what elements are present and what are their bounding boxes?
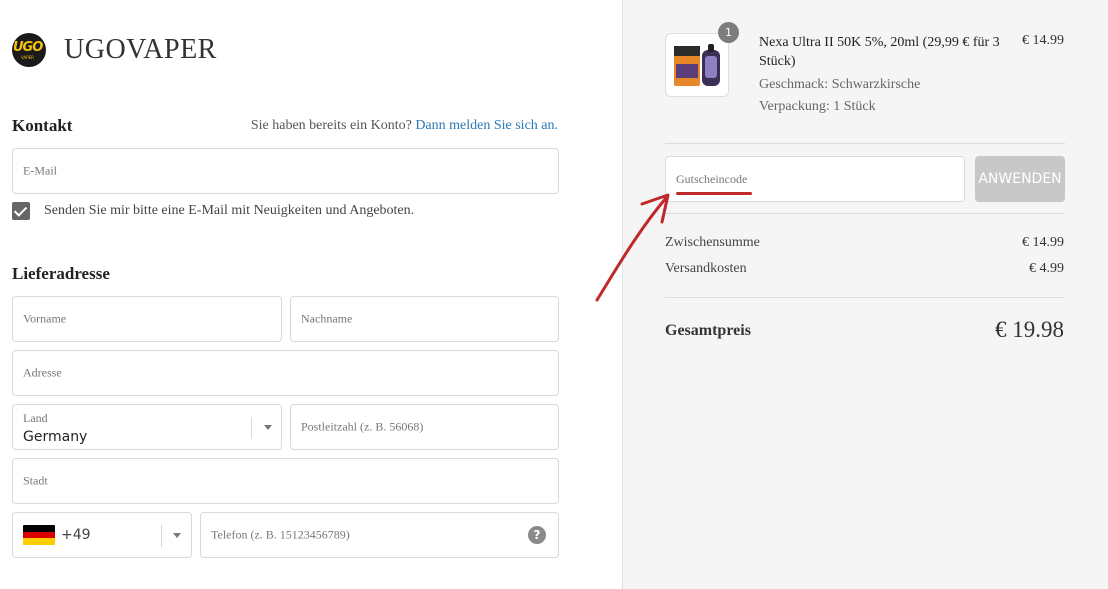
dial-code: +49 xyxy=(61,527,91,543)
last-name-field[interactable]: Nachname xyxy=(290,296,559,342)
country-select[interactable]: Land Germany xyxy=(12,404,282,450)
logo-badge-icon: UGO VAPER xyxy=(12,33,46,67)
zip-field[interactable]: Postleitzahl (z. B. 56068) xyxy=(290,404,559,450)
total-label: Gesamtpreis xyxy=(665,322,751,339)
shipping-cost-label: Versandkosten xyxy=(665,261,747,276)
product-name: Nexa Ultra II 50K 5%, 20ml (29,99 € für … xyxy=(759,35,1000,69)
annotation-underline xyxy=(676,192,752,195)
chevron-down-icon xyxy=(264,425,272,430)
divider xyxy=(665,143,1065,144)
phone-country-select[interactable]: +49 xyxy=(12,512,192,558)
apply-coupon-button[interactable]: ANWENDEN xyxy=(975,156,1065,202)
divider xyxy=(665,213,1065,214)
help-icon[interactable]: ? xyxy=(528,526,546,544)
product-price: € 14.99 xyxy=(1022,33,1064,48)
first-name-field[interactable]: Vorname xyxy=(12,296,282,342)
contact-title: Kontakt xyxy=(12,116,73,135)
brand-name: UGOVAPER xyxy=(64,34,217,65)
total-value: € 19.98 xyxy=(995,317,1064,342)
country-value: Germany xyxy=(23,429,88,445)
newsletter-label: Senden Sie mir bitte eine E-Mail mit Neu… xyxy=(44,203,415,218)
login-hint: Sie haben bereits ein Konto? Dann melden… xyxy=(250,118,558,133)
newsletter-checkbox[interactable] xyxy=(12,202,30,220)
subtotal-label: Zwischensumme xyxy=(665,235,760,250)
divider xyxy=(665,297,1065,298)
city-field[interactable]: Stadt xyxy=(12,458,559,504)
product-thumbnail xyxy=(665,33,729,97)
coupon-input[interactable]: Gutscheincode xyxy=(665,156,965,202)
product-packaging: Verpackung: 1 Stück xyxy=(759,99,876,114)
email-field[interactable]: E-Mail xyxy=(12,148,559,194)
product-flavor: Geschmack: Schwarzkirsche xyxy=(759,77,921,92)
quantity-badge: 1 xyxy=(718,22,739,43)
brand-logo[interactable]: UGO VAPER UGOVAPER xyxy=(12,33,217,67)
address-field[interactable]: Adresse xyxy=(12,350,559,396)
shipping-cost-value: € 4.99 xyxy=(1029,261,1064,276)
phone-field[interactable]: Telefon (z. B. 15123456789) ? xyxy=(200,512,559,558)
order-summary-panel: 1 Nexa Ultra II 50K 5%, 20ml (29,99 € fü… xyxy=(622,0,1108,589)
germany-flag-icon xyxy=(23,525,55,545)
chevron-down-icon xyxy=(173,533,181,538)
shipping-title: Lieferadresse xyxy=(12,264,110,283)
checkout-form-panel: UGO VAPER UGOVAPER Kontakt Sie haben ber… xyxy=(0,0,622,589)
product-image-icon xyxy=(674,44,720,86)
login-link[interactable]: Dann melden Sie sich an. xyxy=(415,118,558,133)
subtotal-value: € 14.99 xyxy=(1022,235,1064,250)
